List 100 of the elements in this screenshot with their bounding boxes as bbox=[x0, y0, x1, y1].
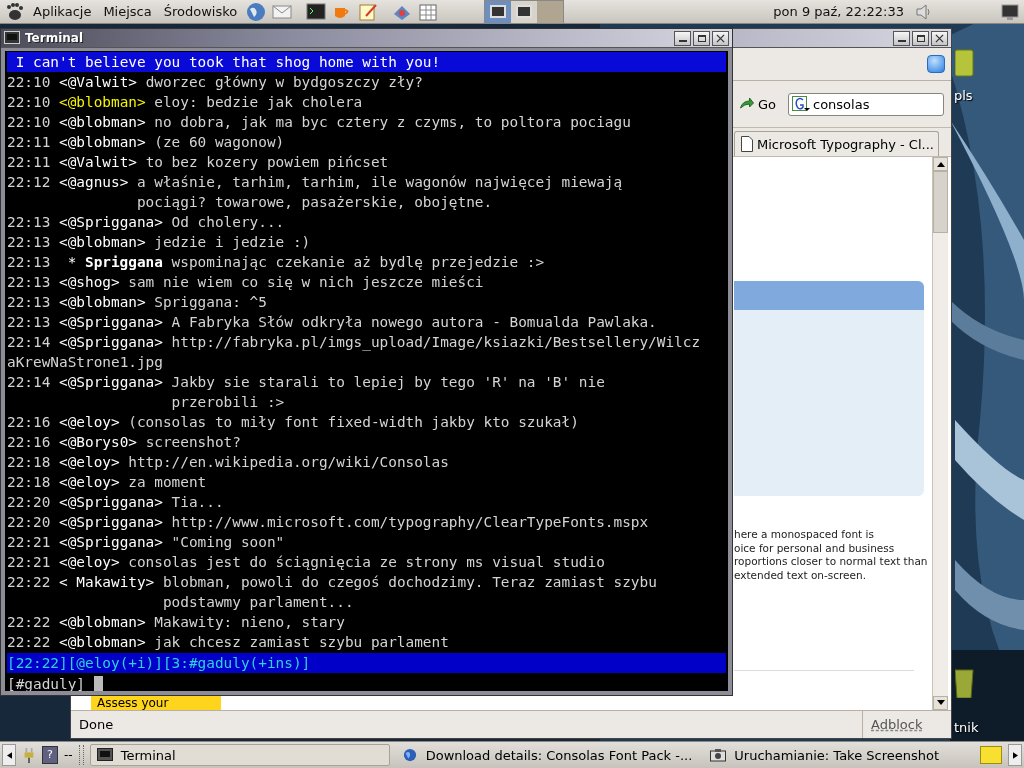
timestamp: 22:13 bbox=[7, 253, 51, 272]
timestamp: 22:11 bbox=[7, 153, 51, 172]
desktop-icon-label[interactable]: pls bbox=[950, 88, 973, 103]
panel-menu[interactable]: Środowisko bbox=[160, 4, 241, 19]
scrollbar[interactable] bbox=[932, 157, 948, 710]
message-text: eloy: bedzie jak cholera bbox=[154, 93, 363, 112]
scroll-left-button[interactable] bbox=[2, 744, 16, 766]
text-line: roportions closer to normal text than bbox=[734, 555, 929, 569]
timestamp: 22:16 bbox=[7, 433, 51, 452]
search-engine-icon[interactable] bbox=[792, 96, 810, 112]
close-button[interactable] bbox=[712, 30, 729, 46]
nickname: < Makawity> bbox=[59, 573, 155, 592]
text-line: oice for personal and business bbox=[734, 541, 896, 555]
globe-icon[interactable] bbox=[246, 1, 267, 22]
message-text: A Fabryka Słów odkryła nowego autora - Bomualda Pawlaka. bbox=[171, 313, 657, 332]
timestamp: 22:13 bbox=[7, 273, 51, 292]
timestamp: 22:22 bbox=[7, 573, 51, 592]
status-text: Done bbox=[78, 717, 115, 732]
browser-tab[interactable]: Microsoft Typography - Cl... bbox=[734, 131, 939, 156]
text-line: here a monospaced font is bbox=[734, 528, 875, 542]
folder-icon[interactable] bbox=[955, 48, 975, 78]
close-icon bbox=[935, 33, 944, 43]
message-text: no dobra, jak ma byc cztery z czyms, to poltora pociagu bbox=[154, 113, 631, 132]
nickname: <@blobman> bbox=[59, 93, 146, 112]
monitor-icon[interactable] bbox=[1000, 1, 1020, 22]
timestamp: 22:13 bbox=[7, 213, 51, 232]
nickname: <@Valwit> bbox=[59, 73, 137, 92]
nickname: <@eloy> bbox=[59, 453, 120, 472]
message-text: Spriggana: ^5 bbox=[154, 293, 267, 312]
taskbar-item[interactable]: Terminal bbox=[89, 744, 390, 766]
panel-menu[interactable]: Aplikacje bbox=[30, 4, 95, 19]
message-text: dworzec główny w bydgoszczy zły? bbox=[145, 73, 423, 92]
timestamp: 22:14 bbox=[7, 333, 51, 352]
nickname: <@eloy> bbox=[59, 473, 120, 492]
adblock-button[interactable]: Adblock bbox=[862, 711, 951, 738]
timestamp: 22:18 bbox=[7, 453, 51, 472]
nickname: <@blobman> bbox=[59, 113, 146, 132]
message-text: wspominając czekanie aż bydlę przejedzie :> bbox=[171, 253, 545, 272]
taskbar-item[interactable]: Uruchamianie: Take Screenshot bbox=[704, 744, 946, 766]
workspace-switcher[interactable] bbox=[484, 0, 565, 24]
message-text: jedzie i jedzie :) bbox=[154, 233, 311, 252]
foot-icon[interactable] bbox=[4, 1, 24, 22]
nickname: <@blobman> bbox=[59, 613, 146, 632]
minimize-button[interactable] bbox=[674, 30, 691, 46]
search-input[interactable]: consolas bbox=[813, 96, 933, 112]
timestamp: 22:18 bbox=[7, 473, 51, 492]
nickname: <@Spriggana> bbox=[59, 533, 163, 552]
panel-menu[interactable]: Miejsca bbox=[100, 4, 155, 19]
maximize-button[interactable] bbox=[912, 30, 929, 46]
go-button[interactable]: Go bbox=[735, 94, 778, 114]
nickname: <@agnus> bbox=[59, 173, 129, 192]
up-arrow-icon[interactable] bbox=[936, 161, 945, 167]
notepad-icon[interactable] bbox=[358, 1, 379, 22]
timestamp: 22:22 bbox=[7, 633, 51, 652]
message-text: przerobili :> bbox=[171, 393, 286, 412]
plug-icon[interactable] bbox=[22, 746, 36, 764]
workspace-thumbnail[interactable] bbox=[511, 0, 538, 23]
calendar-icon[interactable] bbox=[418, 1, 439, 22]
search-field[interactable]: consolas bbox=[788, 92, 944, 116]
workspace-thumbnail[interactable] bbox=[537, 0, 564, 23]
minimize-button[interactable] bbox=[893, 30, 910, 46]
close-button[interactable] bbox=[931, 30, 948, 46]
message-text: (consolas to miły font fixed-width jakby kto szukał) bbox=[128, 413, 579, 432]
nickname: <@blobman> bbox=[59, 233, 146, 252]
timestamp: 22:10 bbox=[7, 73, 51, 92]
timestamp: 22:13 bbox=[7, 233, 51, 252]
message-text: http://www.microsoft.com/typography/ClearTypeFonts.mspx bbox=[171, 513, 649, 532]
clock[interactable]: pon 9 paź, 22:22:33 bbox=[773, 4, 908, 19]
message-text: screenshot? bbox=[145, 433, 241, 452]
down-arrow-icon[interactable] bbox=[936, 700, 945, 706]
message-text: Makawity: nieno, stary bbox=[154, 613, 345, 632]
maximize-button[interactable] bbox=[693, 30, 710, 46]
nickname: <@eloy> bbox=[59, 553, 120, 572]
arrow-icon bbox=[737, 96, 755, 112]
promo-button[interactable]: Assess your bbox=[91, 696, 221, 710]
timestamp: 22:20 bbox=[7, 513, 51, 532]
action-nickname: Spriggana bbox=[84, 253, 163, 272]
message-text: Tia... bbox=[171, 493, 224, 512]
note-icon[interactable] bbox=[980, 746, 1002, 764]
workspace-thumbnail[interactable] bbox=[485, 0, 512, 23]
activity-indicator bbox=[927, 55, 945, 73]
message-text: a właśnie, tarhim, tarhim, ile wagonów najwięcej miewają bbox=[136, 173, 623, 192]
left-arrow-icon bbox=[6, 751, 12, 759]
timestamp: 22:14 bbox=[7, 373, 51, 392]
camera-icon bbox=[710, 748, 727, 762]
channel-topic: I can't believe you took that shog home with you! bbox=[7, 52, 726, 72]
taskbar-item[interactable]: Download details: Consolas Font Pack -... bbox=[395, 744, 699, 766]
page-icon bbox=[741, 136, 753, 152]
message-text: consolas jest do ściągnięcia ze strony ms visual studio bbox=[128, 553, 605, 572]
globe-icon bbox=[401, 748, 418, 762]
right-arrow-icon bbox=[1012, 751, 1018, 759]
timestamp: 22:12 bbox=[7, 173, 51, 192]
trash-icon[interactable] bbox=[955, 668, 975, 698]
scrollbar-thumb[interactable] bbox=[933, 171, 948, 233]
terminal-icon[interactable] bbox=[306, 1, 327, 22]
help-icon[interactable]: ? bbox=[42, 746, 58, 764]
desktop-icon-label[interactable]: tnik bbox=[950, 720, 979, 735]
message-text: sam nie wiem co się w nich jeszcze mieści bbox=[128, 273, 484, 292]
status-text: [22:22][@eloy(+i)][3:#gaduly(+ins)] bbox=[7, 655, 311, 671]
scroll-right-button[interactable] bbox=[1008, 744, 1022, 766]
